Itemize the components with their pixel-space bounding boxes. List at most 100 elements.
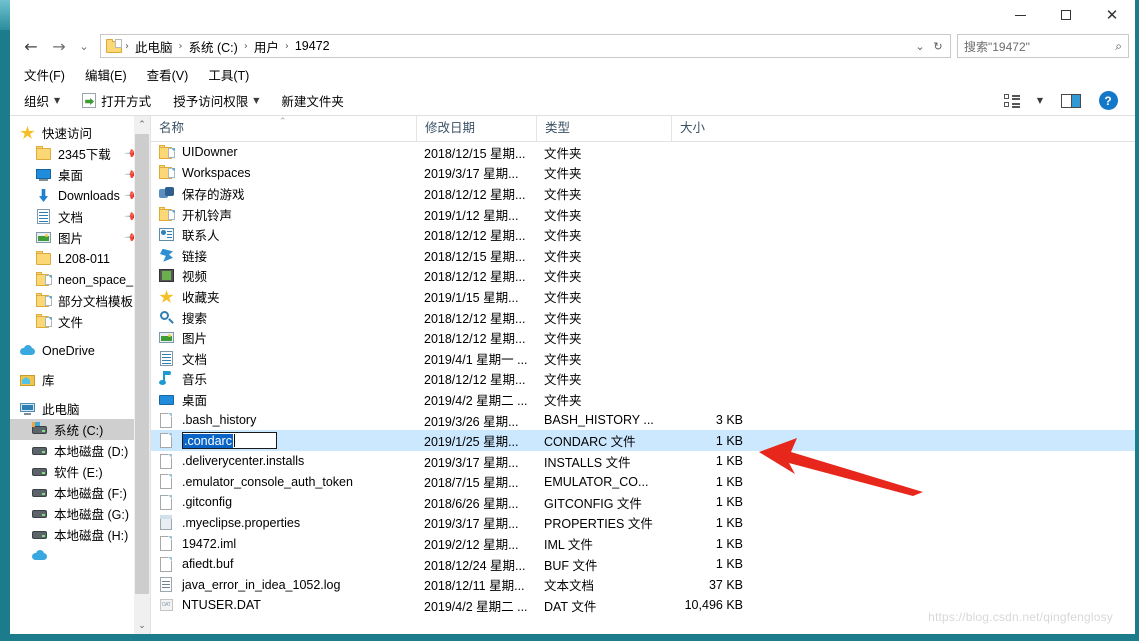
sidebar-item-drive-g[interactable]: 本地磁盘 (G:) [10, 503, 150, 524]
sidebar-item-drive-f[interactable]: 本地磁盘 (F:) [10, 482, 150, 503]
cell-name[interactable]: 视频 [151, 266, 416, 285]
close-button[interactable]: ✕ [1089, 0, 1135, 30]
table-row[interactable]: 图片2018/12/12 星期...文件夹 [151, 327, 1135, 348]
cell-name[interactable]: DATNTUSER.DAT [151, 598, 416, 613]
cell-name[interactable]: .emulator_console_auth_token [151, 474, 416, 489]
sidebar-item-drive-e[interactable]: 软件 (E:) [10, 461, 150, 482]
cell-name[interactable]: afiedt.buf [151, 557, 416, 572]
breadcrumb-item-1[interactable]: 系统 (C:) [184, 36, 243, 57]
table-row[interactable]: 链接2018/12/15 星期...文件夹 [151, 245, 1135, 266]
table-row[interactable]: 收藏夹2019/1/15 星期...文件夹 [151, 286, 1135, 307]
sidebar-item-pictures[interactable]: 图片 📌 [10, 227, 150, 248]
cell-name[interactable]: .gitconfig [151, 495, 416, 510]
grant-access-button[interactable]: 授予访问权限 ▼ [173, 89, 269, 112]
forward-button[interactable]: → [46, 33, 72, 59]
cell-name[interactable]: 19472.iml [151, 536, 416, 551]
table-row[interactable]: 保存的游戏2018/12/12 星期...文件夹 [151, 183, 1135, 204]
sidebar-item-neon-space-ra[interactable]: neon_space_ra [10, 269, 150, 290]
table-row[interactable]: java_error_in_idea_1052.log2018/12/11 星期… [151, 574, 1135, 595]
cell-name[interactable]: 桌面 [151, 390, 416, 409]
table-row[interactable]: .emulator_console_auth_token2018/7/15 星期… [151, 472, 1135, 493]
table-row[interactable]: 文档2019/4/1 星期一 ...文件夹 [151, 348, 1135, 369]
cell-name[interactable]: 音乐 [151, 369, 416, 388]
sidebar-item-desktop[interactable]: 桌面 📌 [10, 164, 150, 185]
preview-pane-button[interactable] [1051, 88, 1091, 114]
table-row[interactable]: 19472.iml2019/2/12 星期...IML 文件1 KB [151, 533, 1135, 554]
sidebar-item-libraries[interactable]: 库 [10, 369, 150, 390]
breadcrumb-item-3[interactable]: 19472 [290, 38, 335, 54]
sidebar-item-downloads[interactable]: Downloads 📌 [10, 185, 150, 206]
sidebar-item-l208-011[interactable]: L208-011 [10, 248, 150, 269]
table-row[interactable]: .gitconfig2018/6/26 星期...GITCONFIG 文件1 K… [151, 492, 1135, 513]
maximize-button[interactable] [1043, 0, 1089, 30]
address-dropdown-icon[interactable]: ⌄ [912, 40, 928, 53]
sidebar-item-onedrive[interactable]: OneDrive [10, 340, 150, 361]
cell-name[interactable]: 搜索 [151, 308, 416, 327]
sidebar-item-system-c[interactable]: 系统 (C:) [10, 419, 150, 440]
open-with-button[interactable]: 打开方式 [82, 89, 161, 112]
organize-button[interactable]: 组织 ▼ [24, 89, 70, 112]
help-button[interactable]: ? [1091, 88, 1125, 114]
cell-name[interactable]: java_error_in_idea_1052.log [151, 577, 416, 592]
sidebar-item-documents[interactable]: 文档 📌 [10, 206, 150, 227]
cell-name[interactable]: .bash_history [151, 413, 416, 428]
search-box[interactable]: 搜索"19472" ⌕ [957, 34, 1129, 58]
new-folder-button[interactable]: 新建文件夹 [281, 89, 354, 112]
table-row[interactable]: .bash_history2019/3/26 星期...BASH_HISTORY… [151, 410, 1135, 431]
table-row[interactable]: .myeclipse.properties2019/3/17 星期...PROP… [151, 513, 1135, 534]
table-row[interactable]: 音乐2018/12/12 星期...文件夹 [151, 369, 1135, 390]
back-button[interactable]: ← [18, 33, 44, 59]
column-header-name[interactable]: 名称 ⌃ [151, 116, 416, 141]
sidebar-item-doc-templates[interactable]: 部分文档模板 [10, 290, 150, 311]
sidebar-scrollbar[interactable]: ⌃ ⌄ [134, 116, 150, 634]
column-header-type[interactable]: 类型 [536, 116, 671, 141]
breadcrumb-item-0[interactable]: 此电脑 [130, 36, 178, 57]
minimize-button[interactable] [997, 0, 1043, 30]
cell-name[interactable]: .deliverycenter.installs [151, 454, 416, 469]
column-header-date[interactable]: 修改日期 [416, 116, 536, 141]
cell-name[interactable]: 开机铃声 [151, 205, 416, 224]
menu-edit[interactable]: 编辑(E) [85, 63, 139, 86]
address-bar[interactable]: › 此电脑 › 系统 (C:) › 用户 › 19472 ⌄ ↻ [100, 34, 951, 58]
recent-locations-button[interactable]: ⌄ [74, 33, 94, 59]
table-row[interactable]: 桌面2019/4/2 星期二 ...文件夹 [151, 389, 1135, 410]
cell-name[interactable]: 收藏夹 [151, 287, 416, 306]
scroll-up-button[interactable]: ⌃ [134, 116, 150, 133]
view-options-button[interactable] [995, 88, 1029, 114]
table-row[interactable]: 搜索2018/12/12 星期...文件夹 [151, 307, 1135, 328]
cell-name[interactable]: UIDowner [151, 145, 416, 160]
table-row[interactable]: 联系人2018/12/12 星期...文件夹 [151, 224, 1135, 245]
table-row[interactable]: .deliverycenter.installs2019/3/17 星期...I… [151, 451, 1135, 472]
table-row[interactable]: afiedt.buf2018/12/24 星期...BUF 文件1 KB [151, 554, 1135, 575]
table-row[interactable]: Workspaces2019/3/17 星期...文件夹 [151, 163, 1135, 184]
sidebar-group-quick-access[interactable]: 快速访问 [10, 122, 150, 143]
table-row[interactable]: 开机铃声2019/1/12 星期...文件夹 [151, 204, 1135, 225]
cell-name[interactable]: .myeclipse.properties [151, 515, 416, 530]
cell-name[interactable]: 保存的游戏 [151, 184, 416, 203]
menu-tools[interactable]: 工具(T) [208, 63, 261, 86]
menu-file[interactable]: 文件(F) [24, 63, 77, 86]
column-header-size[interactable]: 大小 [671, 116, 755, 141]
search-input[interactable]: 搜索"19472" [964, 38, 1115, 55]
view-options-dropdown[interactable]: ▼ [1029, 88, 1051, 114]
scroll-down-button[interactable]: ⌄ [134, 617, 150, 634]
sidebar-item-2345download[interactable]: 2345下载 📌 [10, 143, 150, 164]
cell-name[interactable]: 联系人 [151, 225, 416, 244]
scrollbar-thumb[interactable] [135, 134, 149, 594]
sidebar-item-network[interactable] [10, 545, 150, 566]
cell-name[interactable]: 文档 [151, 349, 416, 368]
sidebar-item-this-pc[interactable]: 此电脑 [10, 398, 150, 419]
breadcrumb-item-2[interactable]: 用户 [249, 36, 284, 57]
sidebar-item-drive-d[interactable]: 本地磁盘 (D:) [10, 440, 150, 461]
cell-name[interactable]: 图片 [151, 328, 416, 347]
table-row[interactable]: 视频2018/12/12 星期...文件夹 [151, 266, 1135, 287]
table-row[interactable]: .condarc2019/1/25 星期...CONDARC 文件1 KB [151, 430, 1135, 451]
cell-name[interactable]: 链接 [151, 246, 416, 265]
sidebar-item-drive-h[interactable]: 本地磁盘 (H:) [10, 524, 150, 545]
menu-view[interactable]: 查看(V) [147, 63, 201, 86]
cell-name[interactable]: Workspaces [151, 165, 416, 180]
cell-name[interactable]: .condarc [151, 432, 416, 449]
table-row[interactable]: UIDowner2018/12/15 星期...文件夹 [151, 142, 1135, 163]
rename-input[interactable]: .condarc [182, 432, 277, 449]
refresh-icon[interactable]: ↻ [930, 40, 946, 53]
